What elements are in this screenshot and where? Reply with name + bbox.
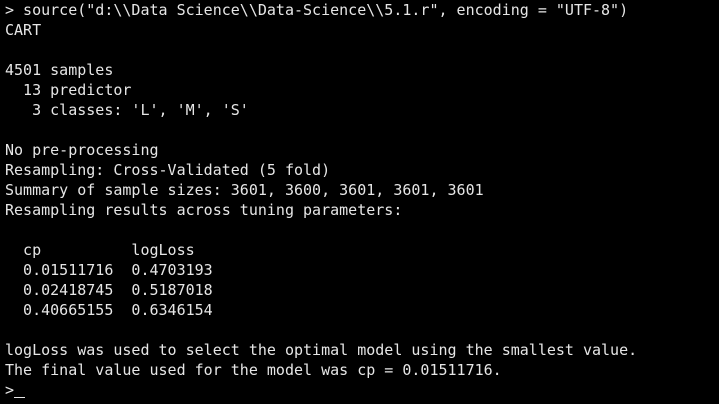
table-row: 0.01511716 0.4703193 <box>5 261 213 279</box>
table-row: 0.02418745 0.5187018 <box>5 281 213 299</box>
console-output: > source("d:\\Data Science\\Data-Science… <box>5 0 719 404</box>
predictor-line: 13 predictor <box>5 81 132 99</box>
table-row: 0.40665155 0.6346154 <box>5 301 213 319</box>
classes-line: 3 classes: 'L', 'M', 'S' <box>5 101 249 119</box>
console-prompt[interactable]: > <box>5 380 14 400</box>
sample-sizes-line: Summary of sample sizes: 3601, 3600, 360… <box>5 181 484 199</box>
r-console[interactable]: > source("d:\\Data Science\\Data-Science… <box>0 0 719 404</box>
preprocessing-line: No pre-processing <box>5 141 159 159</box>
tuning-header-line: Resampling results across tuning paramet… <box>5 201 403 219</box>
text-cursor <box>14 397 25 398</box>
selection-summary-line: logLoss was used to select the optimal m… <box>5 341 638 359</box>
table-header-row: cp logLoss <box>5 241 195 259</box>
model-name-line: CART <box>5 21 42 39</box>
samples-line: 4501 samples <box>5 61 114 79</box>
command-line: > source("d:\\Data Science\\Data-Science… <box>5 1 629 19</box>
final-value-line: The final value used for the model was c… <box>5 361 502 379</box>
resampling-line: Resampling: Cross-Validated (5 fold) <box>5 161 331 179</box>
